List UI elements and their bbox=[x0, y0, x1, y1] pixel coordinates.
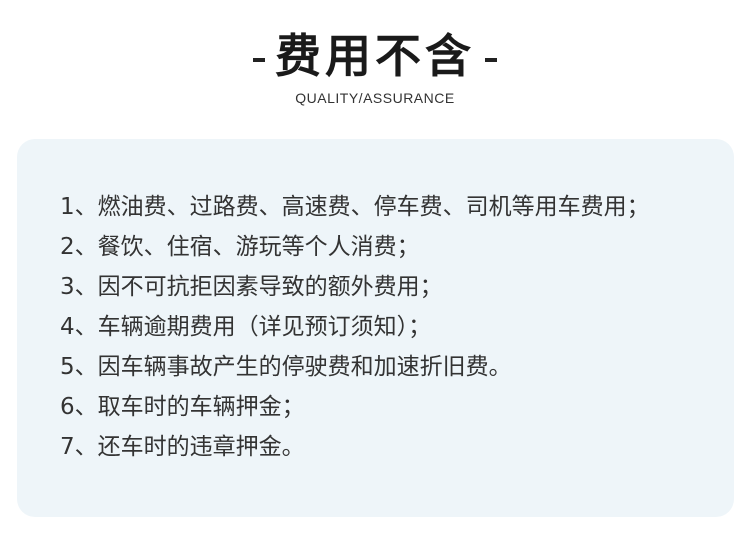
list-item: 6、取车时的车辆押金； bbox=[60, 394, 305, 420]
title-right-dash bbox=[485, 58, 497, 62]
list-item: 7、还车时的违章押金。 bbox=[60, 434, 305, 460]
list-item: 3、因不可抗拒因素导致的额外费用； bbox=[60, 274, 443, 300]
list-item: 2、餐饮、住宿、游玩等个人消费； bbox=[60, 234, 420, 260]
title-row: 费用不含 bbox=[0, 26, 750, 86]
section-header: 费用不含 QUALITY/ASSURANCE bbox=[0, 26, 750, 106]
list-item: 5、因车辆事故产生的停驶费和加速折旧费。 bbox=[60, 354, 512, 380]
list-item: 4、车辆逾期费用（详见预订须知）； bbox=[60, 314, 432, 340]
exclusions-list: 1、燃油费、过路费、高速费、停车费、司机等用车费用； 2、餐饮、住宿、游玩等个人… bbox=[60, 187, 730, 467]
title-left-dash bbox=[253, 58, 265, 62]
section-subtitle: QUALITY/ASSURANCE bbox=[295, 90, 455, 106]
list-item: 1、燃油费、过路费、高速费、停车费、司机等用车费用； bbox=[60, 194, 650, 220]
section-title: 费用不含 bbox=[275, 29, 475, 83]
